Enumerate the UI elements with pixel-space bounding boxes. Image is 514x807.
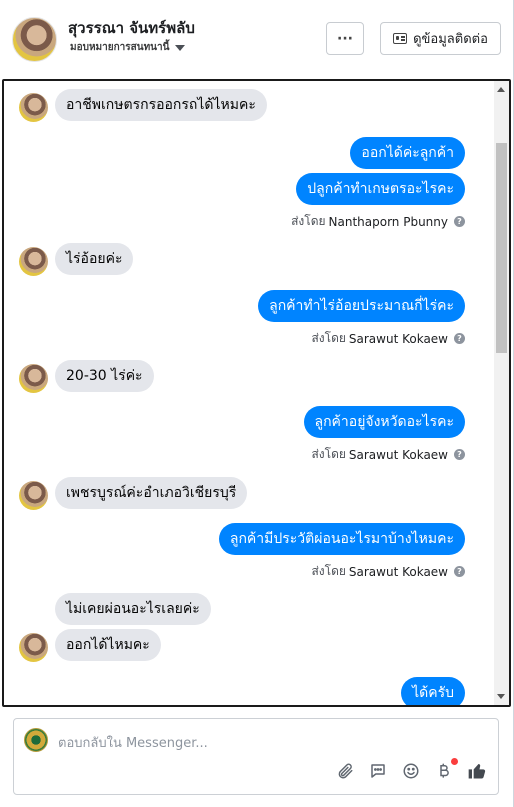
chat-bubble-icon[interactable]	[367, 760, 389, 782]
page-logo-avatar	[24, 728, 48, 752]
sender-name: Sarawut Kokaew	[348, 331, 448, 346]
sent-by-prefix: ส่งโดย	[311, 331, 346, 345]
sent-by-prefix: ส่งโดย	[311, 447, 346, 461]
scroll-down-arrow-icon[interactable]	[497, 694, 505, 699]
messenger-panel: สุวรรณา จันทร์พลับ มอบหมายการสนทนานี้ ··…	[0, 0, 514, 807]
notification-dot	[451, 758, 458, 765]
reply-composer	[13, 718, 499, 795]
caret-down-icon	[175, 44, 186, 51]
sent-by-label: ส่งโดย Sarawut Kokaew ?	[311, 329, 465, 348]
customer-avatar[interactable]	[12, 17, 57, 62]
message-thread[interactable]: อาชีพเกษตรกรออกรถได้ไหมคะ ออกได้ค่ะลูกค้…	[2, 79, 511, 707]
info-icon[interactable]: ?	[454, 449, 465, 460]
paperclip-icon[interactable]	[334, 760, 356, 782]
incoming-message: ออกได้ไหมคะ	[55, 629, 161, 661]
customer-avatar-small	[19, 481, 48, 510]
sender-name: Sarawut Kokaew	[348, 564, 448, 579]
conversation-header: สุวรรณา จันทร์พลับ มอบหมายการสนทนานี้ ··…	[0, 0, 512, 78]
outgoing-message: ลูกค้ามีประวัติผ่อนอะไรมาบ้างไหมคะ	[218, 523, 465, 555]
composer-toolbar	[334, 758, 488, 782]
sent-by-label: ส่งโดย Sarawut Kokaew ?	[311, 562, 465, 581]
incoming-message: ไม่เคยผ่อนอะไรเลยค่ะ	[55, 593, 211, 625]
outgoing-message: ปลูกค้าทำเกษตรอะไรคะ	[296, 173, 465, 205]
assign-conversation-dropdown[interactable]: มอบหมายการสนทนานี้	[70, 40, 186, 55]
scroll-up-arrow-icon[interactable]	[497, 87, 505, 92]
customer-avatar-small	[19, 364, 48, 393]
outgoing-message: ออกได้ค่ะลูกค้า	[350, 137, 465, 169]
baht-icon[interactable]	[433, 758, 458, 782]
sent-by-prefix: ส่งโดย	[291, 214, 326, 228]
assign-conversation-label: มอบหมายการสนทนานี้	[70, 42, 170, 53]
outgoing-message: ลูกค้าทำไร่อ้อยประมาณกี่ไร่คะ	[258, 290, 465, 322]
customer-avatar-small	[19, 633, 48, 662]
incoming-message: เพชรบูรณ์ค่ะอำเภอวิเชียรบุรี	[55, 477, 248, 509]
incoming-message: อาชีพเกษตรกรออกรถได้ไหมคะ	[55, 89, 267, 121]
thread-scrollbar[interactable]	[494, 81, 509, 705]
sent-by-prefix: ส่งโดย	[311, 564, 346, 578]
contact-card-icon	[393, 33, 408, 44]
outgoing-message: ได้ครับ	[401, 677, 465, 705]
view-contact-label: ดูข้อมูลติดต่อ	[413, 32, 488, 47]
sender-name: Sarawut Kokaew	[348, 447, 448, 462]
customer-avatar-small	[19, 247, 48, 276]
info-icon[interactable]: ?	[454, 333, 465, 344]
scroll-thumb[interactable]	[496, 143, 507, 353]
thumbs-up-icon[interactable]	[466, 760, 488, 782]
info-icon[interactable]: ?	[454, 566, 465, 577]
more-options-button[interactable]: ···	[326, 22, 364, 55]
reply-input[interactable]	[58, 733, 478, 753]
sent-by-label: ส่งโดย Sarawut Kokaew ?	[311, 445, 465, 464]
view-contact-button[interactable]: ดูข้อมูลติดต่อ	[380, 22, 501, 55]
sent-by-label: ส่งโดย Nanthaporn Pbunny ?	[291, 212, 465, 231]
incoming-message: 20-30 ไร่ค่ะ	[55, 360, 154, 392]
customer-name[interactable]: สุวรรณา จันทร์พลับ	[68, 16, 195, 40]
emoji-icon[interactable]	[400, 760, 422, 782]
sender-name: Nanthaporn Pbunny	[328, 214, 448, 229]
info-icon[interactable]: ?	[454, 216, 465, 227]
customer-avatar-small	[19, 93, 48, 122]
incoming-message: ไร่อ้อยค่ะ	[55, 243, 134, 275]
outgoing-message: ลูกค้าอยู่จังหวัดอะไรคะ	[303, 406, 465, 438]
